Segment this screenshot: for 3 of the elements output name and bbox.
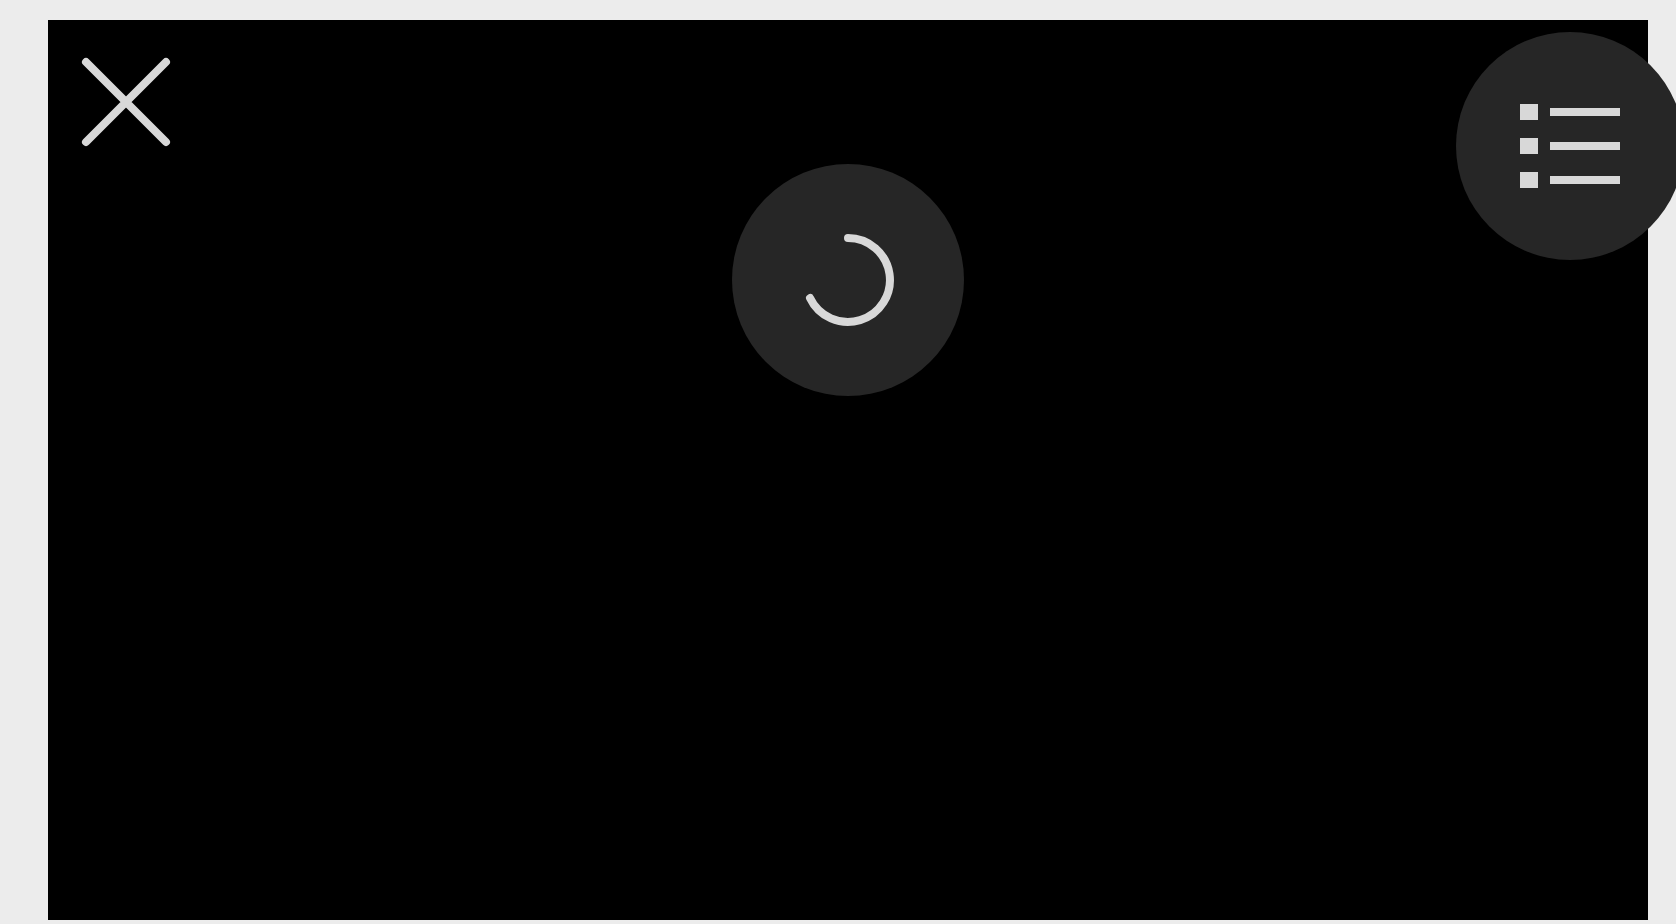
close-button[interactable] [76,52,176,152]
close-icon [80,56,172,148]
list-icon [1520,100,1620,192]
